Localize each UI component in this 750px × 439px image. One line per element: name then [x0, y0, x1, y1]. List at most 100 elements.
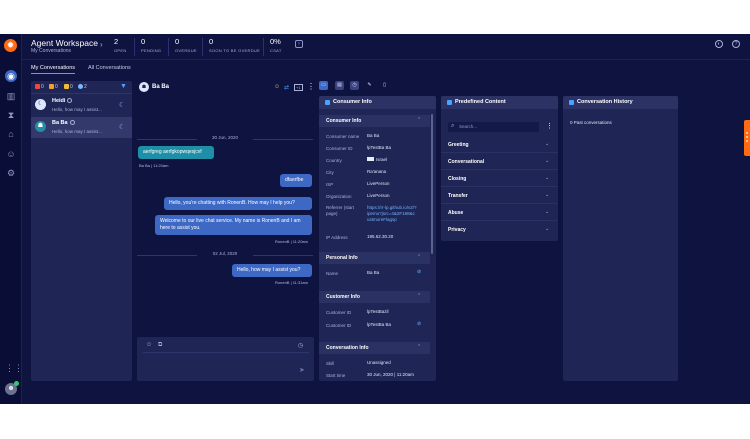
field-label: Customer ID: [326, 323, 352, 328]
bot-nav-icon[interactable]: ☺: [5, 148, 17, 160]
consumer-info-tab-icon[interactable]: ▭: [319, 81, 328, 90]
category-closing[interactable]: Closing ⌄: [441, 171, 558, 187]
field-value: LivePerson: [367, 181, 390, 186]
search-icon: ⌕: [451, 123, 455, 129]
emoji-icon[interactable]: ☺: [146, 342, 152, 348]
side-panel-toggle[interactable]: [744, 120, 750, 156]
stat-open: 2 OPEN: [114, 37, 127, 53]
canned-response-icon[interactable]: ⧉: [158, 342, 162, 349]
chevron-right-icon[interactable]: ›: [100, 40, 103, 49]
chat-panel: ☗ Ba Ba ☺ ⇄ +1 ⋮ 30 Jun, 2020 aerfgreg a…: [137, 81, 315, 381]
conversation-item-baba[interactable]: ☗ Ba Ba Hello, how may I assist... ☾: [31, 117, 132, 138]
left-nav-bar: ✹ ◉ ▥ ⧗ ⌂ ☺ ⚙ ⋮⋮ ☻: [0, 34, 23, 404]
status-icon[interactable]: ◐: [715, 40, 723, 48]
moon-icon: ☾: [119, 102, 126, 109]
more-options-icon[interactable]: ⋮: [307, 82, 315, 91]
expand-icon[interactable]: +1: [294, 84, 303, 91]
section-consumer-info[interactable]: Consumer Info ⌃: [319, 115, 430, 127]
message-bubble-agent: Hello, you're chatting with RonenB. How …: [164, 197, 312, 210]
tag-nav-icon[interactable]: ⌂: [5, 128, 17, 140]
conversations-nav-icon[interactable]: ◉: [5, 70, 17, 82]
field-value: Ra'anana: [367, 169, 387, 174]
send-icon[interactable]: ➤: [299, 366, 305, 374]
contact-name: Ba Ba: [52, 120, 75, 126]
edit-icon[interactable]: ⊘: [417, 321, 421, 327]
stat-divider: [263, 38, 264, 56]
field-value: lpTestBazil: [367, 309, 389, 314]
expand-stats-icon[interactable]: ›: [295, 40, 303, 48]
agent-workspace-app: ✹ ◉ ▥ ⧗ ⌂ ☺ ⚙ ⋮⋮ ☻ Agent Workspace My Co…: [0, 34, 750, 404]
message-preview: Hello, how may I assist...: [52, 129, 102, 134]
contact-avatar: ☾: [35, 99, 46, 110]
edit-icon[interactable]: ⊘: [417, 269, 421, 275]
more-options-icon[interactable]: ⋮: [546, 122, 553, 130]
stat-csat: 0% CSAT: [270, 37, 282, 53]
field-label: Name: [326, 271, 339, 276]
category-privacy[interactable]: Privacy ⌄: [441, 222, 558, 238]
category-transfer[interactable]: Transfer ⌄: [441, 188, 558, 204]
field-label: Consumer name: [326, 134, 360, 139]
field-value: Ba Ba: [367, 270, 380, 275]
widget-scrollbar[interactable]: [431, 114, 433, 254]
filter-unread[interactable]: 0: [49, 84, 58, 90]
category-conversational[interactable]: Conversational ⌄: [441, 154, 558, 170]
filter-agent[interactable]: 0: [64, 84, 73, 90]
message-meta: RonenB | 11:20am: [275, 239, 308, 244]
stat-overdue: 0 OVERDUE: [175, 37, 197, 53]
hourglass-nav-icon[interactable]: ⧗: [5, 109, 17, 121]
section-personal-info[interactable]: Personal Info ⌃: [319, 252, 430, 264]
chevron-up-icon: ⌃: [417, 293, 422, 299]
history-tab-icon[interactable]: ◷: [350, 81, 359, 90]
chevron-up-icon: ⌃: [417, 117, 422, 123]
workspace-title: Agent Workspace: [31, 38, 98, 48]
consumer-info-icon: [325, 100, 330, 105]
edit-tab-icon[interactable]: ✎: [365, 81, 374, 90]
clock-icon[interactable]: ◷: [298, 342, 303, 349]
consumer-info-widget: Consumer Info Consumer Info ⌃ Consumer na…: [319, 96, 436, 381]
chevron-down-icon: ⌄: [545, 226, 550, 232]
past-conversations-count: 0 Past conversations: [570, 120, 612, 125]
message-composer[interactable]: ☺ ⧉ ◷ ➤: [137, 337, 314, 381]
filter-funnel-icon[interactable]: ▼: [120, 83, 127, 90]
conversation-item-heidi[interactable]: ☾ Heidi Hello, how may I assist... ☾: [31, 95, 132, 116]
analytics-nav-icon[interactable]: ▥: [5, 90, 17, 102]
transfer-icon[interactable]: ⇄: [284, 84, 289, 91]
smiley-icon[interactable]: ☺: [274, 84, 280, 90]
liveperson-logo-icon[interactable]: ✹: [4, 39, 17, 52]
stat-pending: 0 PENDING: [141, 37, 162, 53]
message-meta: Ba Ba | 11:20am: [139, 163, 169, 168]
conversation-tabs: My Conversations All Conversations: [22, 60, 262, 74]
field-value: lpTestBa Ba: [367, 145, 392, 150]
workspace-header: Agent Workspace My Conversations › 2 OPEN…: [22, 34, 750, 60]
predefined-content-widget: Predefined Content ⌕ Search... ⋮ Greetin…: [441, 96, 558, 241]
referrer-link[interactable]: https://rr-lp.github.io/v2/?ipemo?jsrc=4…: [367, 205, 417, 223]
chevron-down-icon: ⌄: [545, 192, 550, 198]
filter-away[interactable]: 2: [78, 84, 87, 90]
category-abuse[interactable]: Abuse ⌄: [441, 205, 558, 221]
field-label: Skill: [326, 361, 335, 366]
message-meta: RonenB | 11:31am: [275, 280, 308, 285]
conversation-filters: 0 0 0 2 ▼: [31, 81, 132, 94]
moon-icon: ☾: [119, 124, 126, 131]
document-tab-icon[interactable]: ▯: [380, 81, 389, 90]
apps-grid-icon[interactable]: ⋮⋮: [5, 362, 23, 374]
help-icon[interactable]: ?: [732, 40, 740, 48]
settings-nav-icon[interactable]: ⚙: [5, 167, 17, 179]
predefined-content-tab-icon[interactable]: ▤: [335, 81, 344, 90]
category-greeting[interactable]: Greeting ⌄: [441, 137, 558, 153]
composer-divider: [143, 352, 309, 353]
filter-urgent[interactable]: 0: [35, 84, 44, 90]
tab-all-conversations[interactable]: All Conversations: [88, 65, 131, 71]
field-value: 30 Jun, 2020 | 11:20am: [367, 372, 414, 377]
stat-divider: [134, 38, 135, 56]
field-value: lpTestBa Ba: [367, 322, 392, 327]
section-customer-info[interactable]: Customer Info ⌃: [319, 291, 430, 303]
field-value: Unassigned: [367, 360, 391, 365]
predefined-search-input[interactable]: ⌕ Search...: [448, 122, 539, 132]
section-conversation-info[interactable]: Conversation Info ⌃: [319, 342, 430, 354]
tab-my-conversations[interactable]: My Conversations: [31, 65, 76, 74]
message-preview: Hello, how may I assist...: [52, 107, 102, 112]
conversation-history-widget: Conversation History 0 Past conversation…: [563, 96, 678, 381]
field-label: Start time: [326, 373, 346, 378]
field-value: LivePerson: [367, 193, 390, 198]
